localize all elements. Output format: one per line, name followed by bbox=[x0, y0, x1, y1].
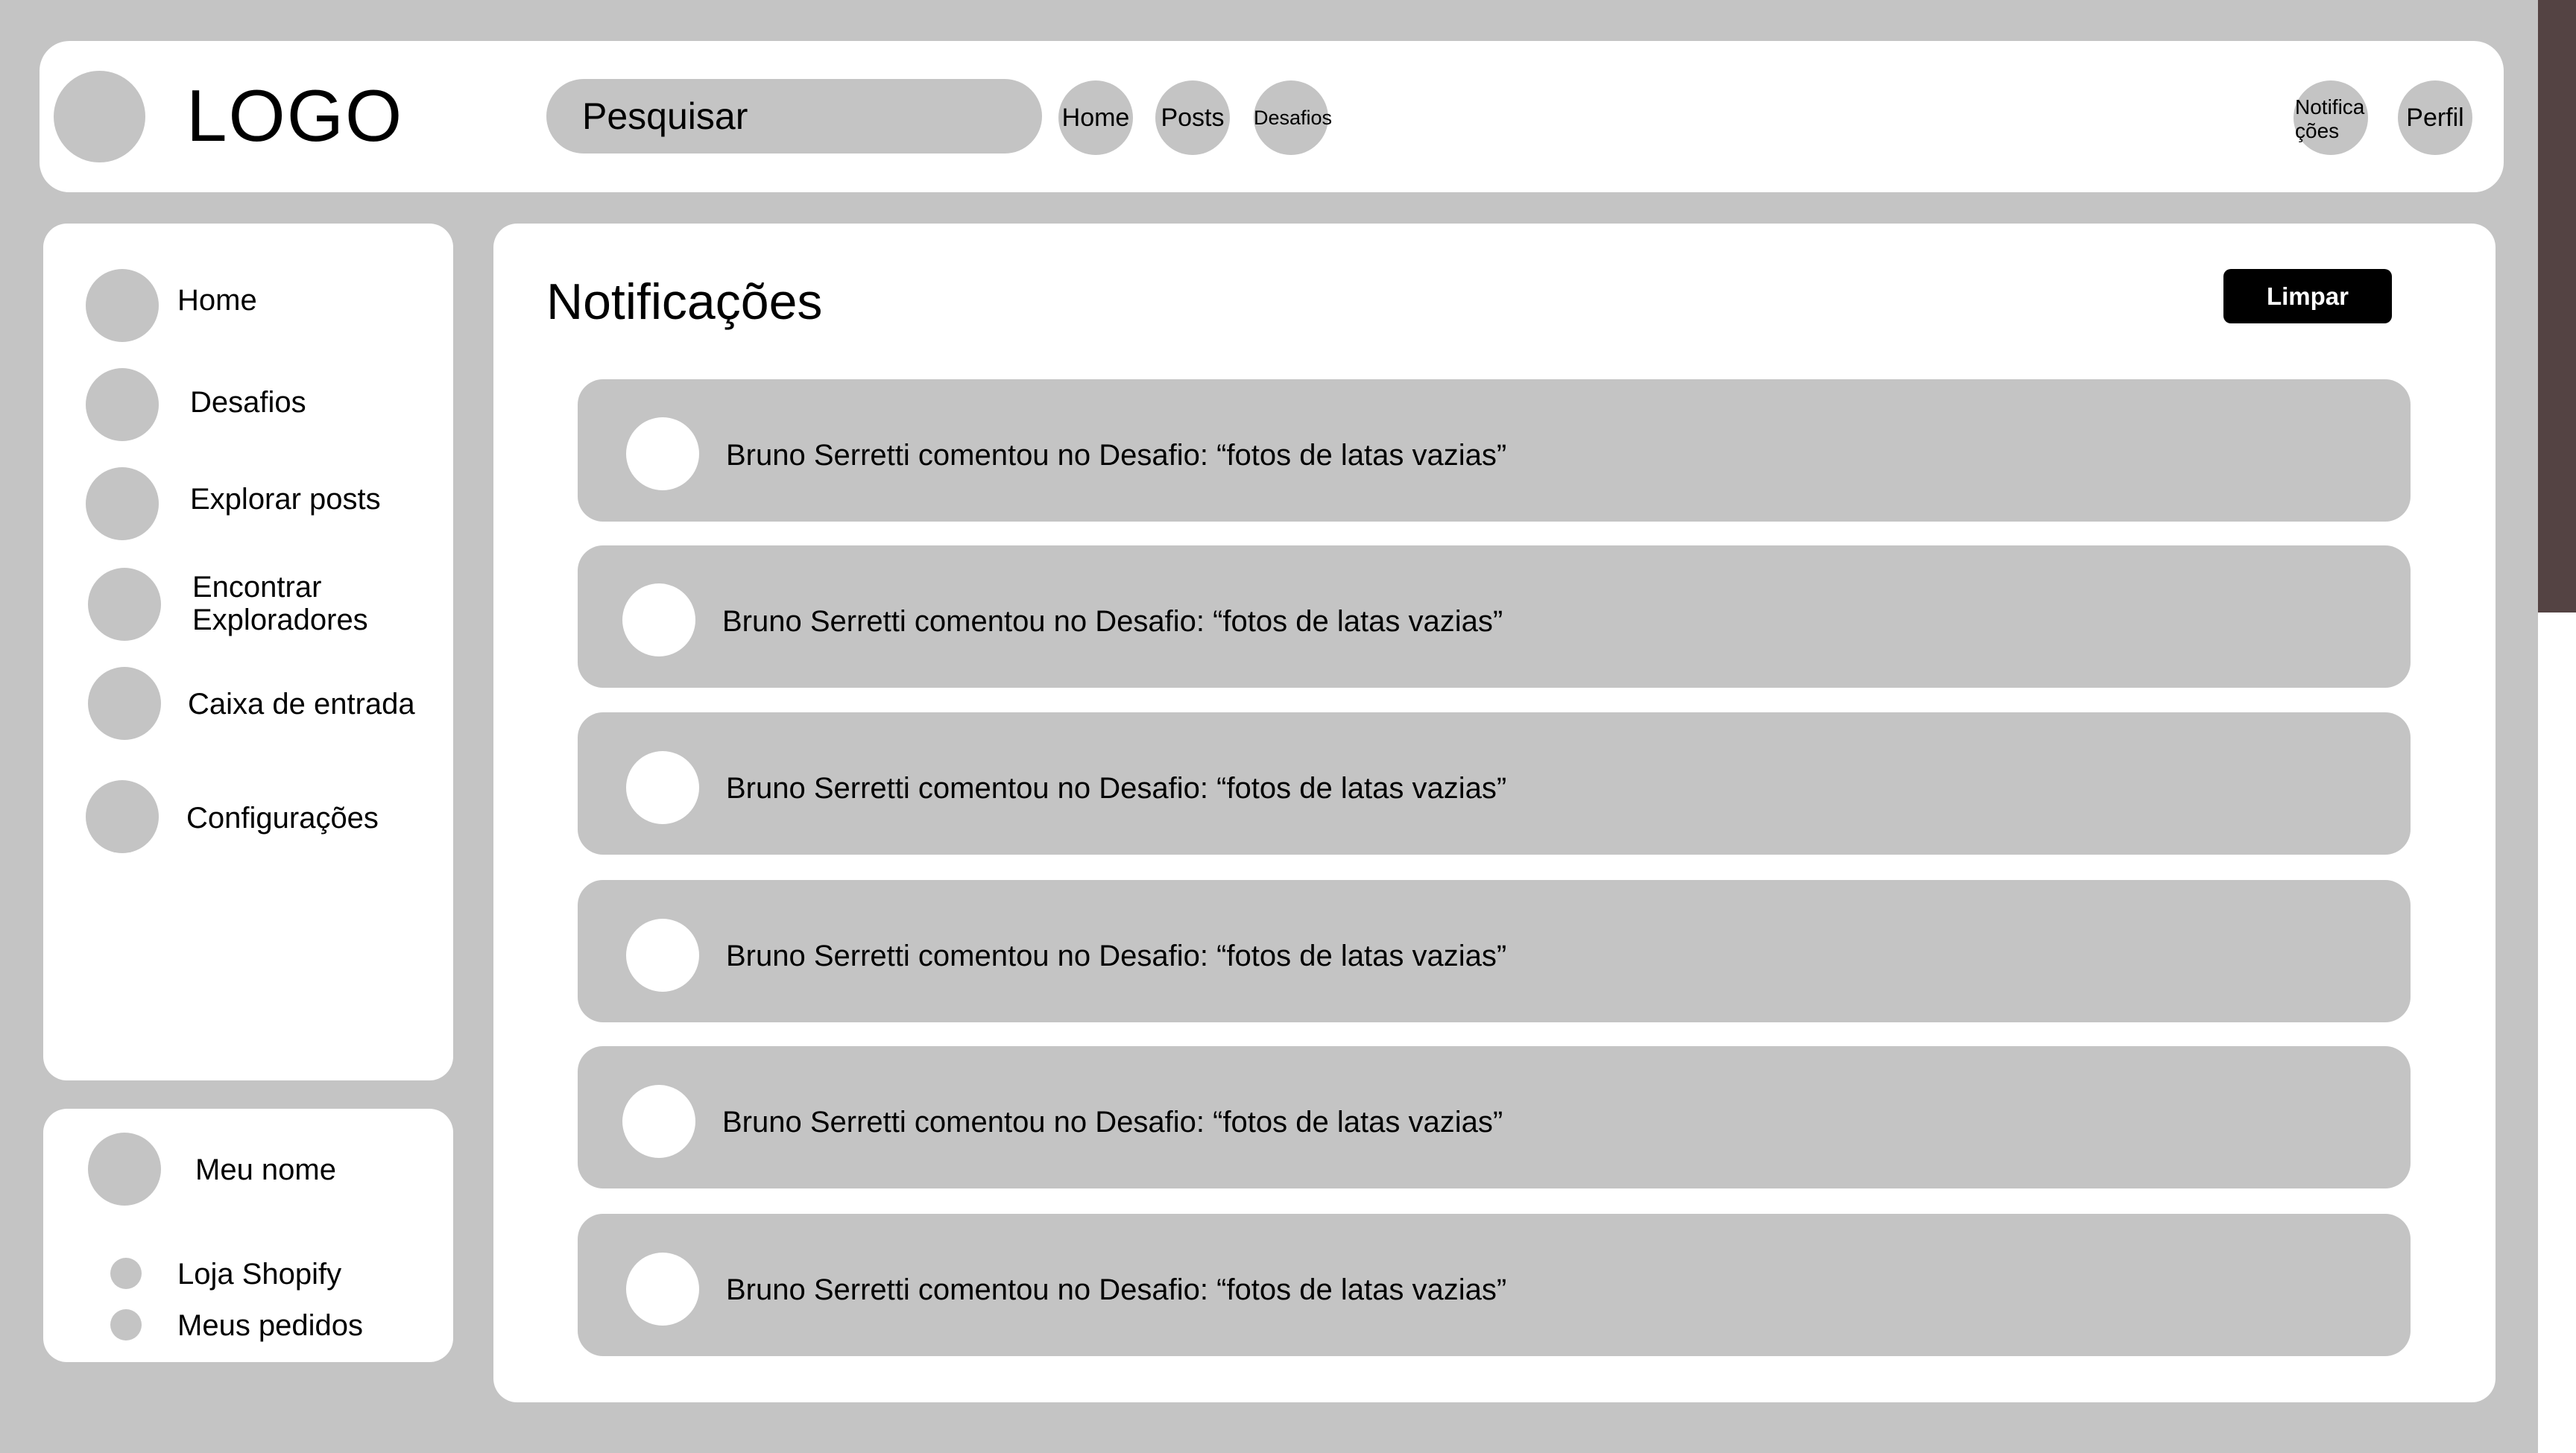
sidebar bbox=[43, 224, 453, 1080]
shop-icon bbox=[110, 1258, 142, 1289]
settings-icon[interactable] bbox=[86, 780, 159, 853]
top-nav-posts[interactable]: Posts bbox=[1155, 80, 1230, 155]
explore-posts-icon[interactable] bbox=[86, 467, 159, 540]
scrollbar-thumb[interactable] bbox=[2538, 0, 2576, 612]
notification-avatar bbox=[626, 1253, 699, 1326]
sidebar-item-explorar-posts[interactable]: Explorar posts bbox=[190, 482, 381, 516]
page-title: Notificações bbox=[546, 273, 823, 330]
find-explorers-icon[interactable] bbox=[88, 568, 161, 641]
top-nav-desafios[interactable]: Desafios bbox=[1254, 80, 1332, 155]
clear-button[interactable]: Limpar bbox=[2223, 269, 2392, 323]
notification-avatar bbox=[626, 417, 699, 490]
notification-text: Bruno Serretti comentou no Desafio: “fot… bbox=[722, 605, 1503, 638]
notification-avatar bbox=[622, 583, 695, 656]
notification-avatar bbox=[626, 751, 699, 824]
home-icon[interactable] bbox=[86, 269, 159, 342]
shopify-link[interactable]: Loja Shopify bbox=[177, 1257, 341, 1291]
avatar[interactable] bbox=[88, 1133, 161, 1206]
sidebar-item-configuracoes[interactable]: Configurações bbox=[186, 801, 379, 835]
sidebar-item-home[interactable]: Home bbox=[177, 283, 257, 317]
sidebar-item-desafios[interactable]: Desafios bbox=[190, 385, 306, 420]
orders-link[interactable]: Meus pedidos bbox=[177, 1308, 363, 1343]
notification-text: Bruno Serretti comentou no Desafio: “fot… bbox=[726, 940, 1507, 972]
sidebar-item-encontrar-exploradores[interactable]: Encontrar Exploradores bbox=[192, 571, 416, 636]
search-input[interactable]: Pesquisar bbox=[546, 79, 1042, 153]
notification-avatar bbox=[622, 1085, 695, 1158]
logo-icon[interactable] bbox=[54, 71, 145, 162]
sidebar-item-caixa-de-entrada[interactable]: Caixa de entrada bbox=[188, 687, 415, 721]
desafios-icon[interactable] bbox=[86, 368, 159, 441]
notifications-button[interactable]: Notifica ções bbox=[2294, 80, 2368, 155]
inbox-icon[interactable] bbox=[88, 667, 161, 740]
profile-button[interactable]: Perfil bbox=[2398, 80, 2472, 155]
orders-icon bbox=[110, 1309, 142, 1340]
notification-text: Bruno Serretti comentou no Desafio: “fot… bbox=[726, 772, 1507, 805]
notification-avatar bbox=[626, 919, 699, 992]
notification-text: Bruno Serretti comentou no Desafio: “fot… bbox=[722, 1106, 1503, 1139]
top-nav-home[interactable]: Home bbox=[1058, 80, 1133, 155]
notification-text: Bruno Serretti comentou no Desafio: “fot… bbox=[726, 439, 1507, 472]
user-name[interactable]: Meu nome bbox=[195, 1153, 336, 1187]
notification-text: Bruno Serretti comentou no Desafio: “fot… bbox=[726, 1273, 1507, 1306]
logo[interactable]: LOGO bbox=[186, 73, 403, 158]
